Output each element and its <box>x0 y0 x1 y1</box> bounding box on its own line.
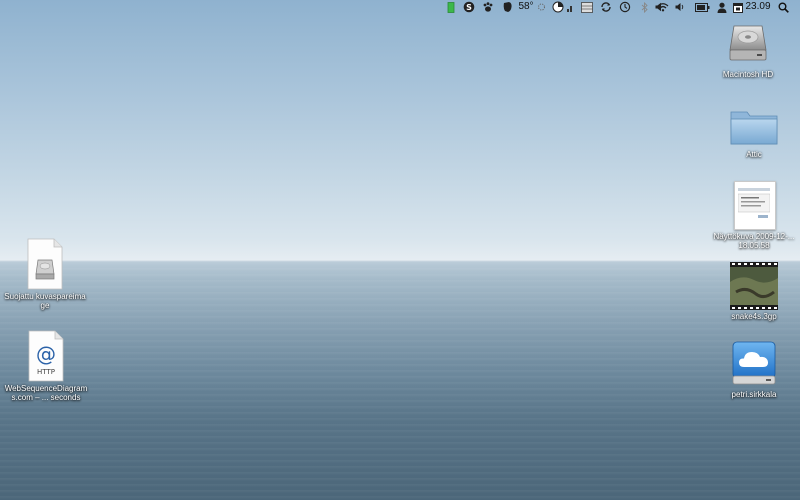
folder-icon <box>729 104 779 148</box>
desktop-icon-attic[interactable]: Attic <box>712 104 796 159</box>
paw-icon[interactable] <box>481 1 495 13</box>
speaker-icon[interactable] <box>674 1 684 13</box>
weather-icon[interactable] <box>536 1 546 13</box>
activity-bars-icon[interactable] <box>566 1 574 13</box>
desktop-icon-label: Attic <box>746 150 762 159</box>
time-machine-icon[interactable] <box>618 1 632 13</box>
desktop-icon-label: Näyttökuva 2009-12-... 18.05.58 <box>713 232 795 250</box>
svg-text:S: S <box>466 3 472 12</box>
desktop-icon-label: WebSequenceDiagrams.com – ... seconds <box>4 384 88 402</box>
svg-text:@: @ <box>36 342 56 366</box>
calendar-icon[interactable] <box>732 1 744 13</box>
video-thumbnail-icon <box>730 262 778 310</box>
menu-clock[interactable]: 23.09 <box>745 1 771 13</box>
desktop-icon-macintosh-hd[interactable]: Macintosh HD <box>706 20 790 79</box>
disk-image-document-icon <box>25 238 65 290</box>
desktop-icon-petri-sirkkala[interactable]: petri.sirkkala <box>712 340 796 399</box>
sea-wallpaper-texture <box>0 262 800 500</box>
desktop-icon-disk-image[interactable]: Suojattu kuvaspareimage <box>3 238 87 310</box>
spotlight-search-icon[interactable] <box>777 1 789 13</box>
sync-icon[interactable] <box>599 1 613 13</box>
battery-icon[interactable] <box>694 1 710 13</box>
desktop-icon-label: snake4s.3gp <box>731 312 777 321</box>
http-link-document-icon: @ HTTP <box>26 330 66 382</box>
desktop-icon-label: Suojattu kuvaspareimage <box>4 292 86 310</box>
istat-pie-icon[interactable] <box>551 1 565 13</box>
menu-bar: S 58° 23.09 <box>0 0 800 14</box>
skype-icon[interactable]: S <box>462 1 476 13</box>
weather-temperature[interactable]: 58° <box>516 1 536 13</box>
cloud-drive-icon <box>730 340 778 388</box>
battery-level-icon[interactable] <box>446 1 456 13</box>
wifi-icon[interactable] <box>657 1 669 13</box>
bluetooth-icon[interactable] <box>639 1 649 13</box>
svg-text:HTTP: HTTP <box>37 368 55 376</box>
desktop-icon-screenshot[interactable]: Näyttökuva 2009-12-... 18.05.58 <box>712 180 796 250</box>
desktop-icon-snake4s[interactable]: snake4s.3gp <box>712 262 796 321</box>
desktop-icon-label: petri.sirkkala <box>731 390 777 399</box>
hard-drive-icon <box>724 20 772 68</box>
desktop-icon-label: Macintosh HD <box>722 70 774 79</box>
user-icon[interactable] <box>716 1 728 13</box>
desktop-icon-websequencediagrams[interactable]: @ HTTP WebSequenceDiagrams.com – ... sec… <box>4 330 88 402</box>
memory-grid-icon[interactable] <box>580 1 594 13</box>
desktop[interactable]: S 58° 23.09 Macintosh HD Attic Näyttökuv… <box>0 0 800 500</box>
evernote-icon[interactable] <box>500 1 514 13</box>
screenshot-document-icon <box>732 180 776 230</box>
